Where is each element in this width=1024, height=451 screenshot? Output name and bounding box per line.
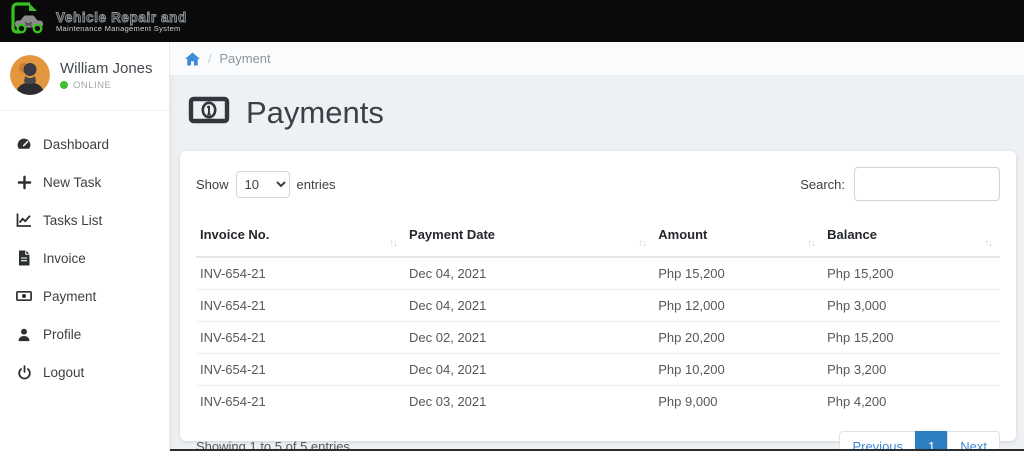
search-control: Search: <box>800 167 1000 201</box>
sidebar-item-dashboard[interactable]: Dashboard <box>0 125 169 163</box>
table-cell: Php 3,200 <box>823 353 1000 386</box>
user-status: ONLINE <box>60 80 153 91</box>
sidebar-item-label: New Task <box>43 174 102 190</box>
table-cell: Php 15,200 <box>658 266 725 281</box>
table-cell: INV-654-21 <box>196 385 406 417</box>
search-input[interactable] <box>854 167 1000 201</box>
table-row: INV-654-21 Dec 04, 2021 Php 12,000 Php 3,00… <box>196 289 1000 322</box>
table-cell: Php 4,200 <box>823 385 1000 417</box>
previous-page-button[interactable]: Previous <box>839 431 917 451</box>
table-cell: Php 10,200 <box>654 353 824 386</box>
page-title: Payments <box>246 94 384 130</box>
pagination: Previous 1 Next <box>839 431 1000 451</box>
sidebar-item-label: Tasks List <box>43 212 103 228</box>
show-label: Show <box>196 176 229 192</box>
tachometer-icon <box>16 136 32 152</box>
sort-icon <box>638 238 646 249</box>
brand-title: Vehicle Repair and <box>56 9 187 25</box>
next-page-button[interactable]: Next <box>947 431 1000 451</box>
table-body: INV-654-21 Dec 04, 2021 Php 15,200 Php 15,2… <box>196 257 1000 417</box>
money-bill-icon <box>188 94 230 131</box>
table-header-row: Invoice No. Payment Date Amount Balance <box>196 223 1000 258</box>
table-row: INV-654-21 Dec 04, 2021 Php 15,200 Php 15,2… <box>196 257 1000 290</box>
table-cell: Dec 02, 2021 <box>405 321 655 354</box>
table-row: INV-654-21 Dec 03, 2021 Php 9,000 Php 4,200 <box>196 385 1000 417</box>
main-area: / Payment Payments Show 10 entries Searc… <box>170 42 1024 451</box>
table-cell: Php 3,000 <box>823 289 1000 322</box>
table-toolbar: Show 10 entries Search: <box>196 167 1000 201</box>
search-label: Search: <box>800 176 845 192</box>
sort-icon <box>389 238 397 249</box>
plus-icon <box>16 174 32 190</box>
table-cell: Php 15,200 <box>823 321 1000 354</box>
chart-line-icon <box>16 212 32 228</box>
table-cell: Dec 04, 2021 <box>405 353 655 386</box>
table-cell: Php 20,200 <box>654 321 824 354</box>
page-size-select[interactable]: 10 <box>235 170 290 198</box>
sort-icon <box>984 238 992 249</box>
file-icon <box>16 250 32 266</box>
sidebar-item-new-task[interactable]: New Task <box>0 163 169 201</box>
money-bill-icon <box>16 288 32 304</box>
content: Payments Show 10 entries Search: Invoice… <box>170 76 1024 451</box>
table-cell: Php 15,200 <box>827 266 894 281</box>
sidebar-item-payment[interactable]: Payment <box>0 277 169 315</box>
table-cell: Dec 03, 2021 <box>405 385 655 417</box>
table-cell: Php 9,000 <box>654 385 824 417</box>
sidebar-item-label: Dashboard <box>43 136 110 152</box>
online-dot-icon <box>60 81 68 89</box>
breadcrumb: / Payment <box>170 42 1024 76</box>
table-cell: INV-654-21 <box>196 321 406 354</box>
vehicle-logo-icon <box>6 0 52 43</box>
table-cell: INV-654-21 <box>200 266 266 281</box>
sidebar-item-label: Payment <box>43 288 97 304</box>
sidebar-item-label: Invoice <box>43 250 86 266</box>
sidebar-item-label: Logout <box>43 364 85 380</box>
page-number-button[interactable]: 1 <box>915 431 949 451</box>
user-name: William Jones <box>60 59 153 77</box>
sidebar-item-tasks-list[interactable]: Tasks List <box>0 201 169 239</box>
entries-label: entries <box>296 176 336 192</box>
breadcrumb-separator: / <box>208 51 212 66</box>
table-cell: Php 12,000 <box>654 289 824 322</box>
entries-info: Showing 1 to 5 of 5 entries <box>196 439 350 451</box>
column-header-balance[interactable]: Balance <box>823 223 1000 258</box>
payments-table: Invoice No. Payment Date Amount Balance <box>196 223 1000 417</box>
table-cell: INV-654-21 <box>196 353 406 386</box>
column-header-invoice-no[interactable]: Invoice No. <box>196 223 406 258</box>
page-header: Payments <box>188 94 1016 131</box>
online-label: ONLINE <box>73 79 112 91</box>
breadcrumb-page: Payment <box>219 51 271 66</box>
app-logo[interactable]: Vehicle Repair and Maintenance Managemen… <box>6 0 187 43</box>
sidebar-item-profile[interactable]: Profile <box>0 315 169 353</box>
sidebar: William Jones ONLINE Dashboard New Task … <box>0 42 170 451</box>
brand-subtitle: Maintenance Management System <box>56 24 181 34</box>
sidebar-item-label: Profile <box>43 326 82 342</box>
user-panel: William Jones ONLINE <box>0 42 169 111</box>
table-cell: INV-654-21 <box>196 289 406 322</box>
sidebar-item-invoice[interactable]: Invoice <box>0 239 169 277</box>
sort-icon <box>807 238 815 249</box>
top-navbar: Vehicle Repair and Maintenance Managemen… <box>0 0 1024 42</box>
sidebar-item-logout[interactable]: Logout <box>0 353 169 391</box>
show-entries-control: Show 10 entries <box>196 170 336 198</box>
power-off-icon <box>16 364 32 380</box>
avatar <box>10 55 50 95</box>
sidebar-nav: Dashboard New Task Tasks List Invoice Pa… <box>0 111 169 391</box>
home-icon[interactable] <box>185 51 200 66</box>
table-row: INV-654-21 Dec 04, 2021 Php 10,200 Php 3,20… <box>196 353 1000 386</box>
payments-card: Show 10 entries Search: Invoice No. ↑↓ P… <box>180 151 1016 451</box>
column-header-payment-date[interactable]: Payment Date <box>405 223 655 258</box>
table-footer: Showing 1 to 5 of 5 entries Previous 1 N… <box>196 431 1000 451</box>
column-header-amount[interactable]: Amount <box>654 223 824 258</box>
user-icon <box>16 326 32 342</box>
table-row: INV-654-21 Dec 02, 2021 Php 20,200 Php 15,2… <box>196 321 1000 354</box>
table-cell: Dec 04, 2021 <box>405 289 655 322</box>
table-cell: Dec 04, 2021 <box>409 266 487 281</box>
